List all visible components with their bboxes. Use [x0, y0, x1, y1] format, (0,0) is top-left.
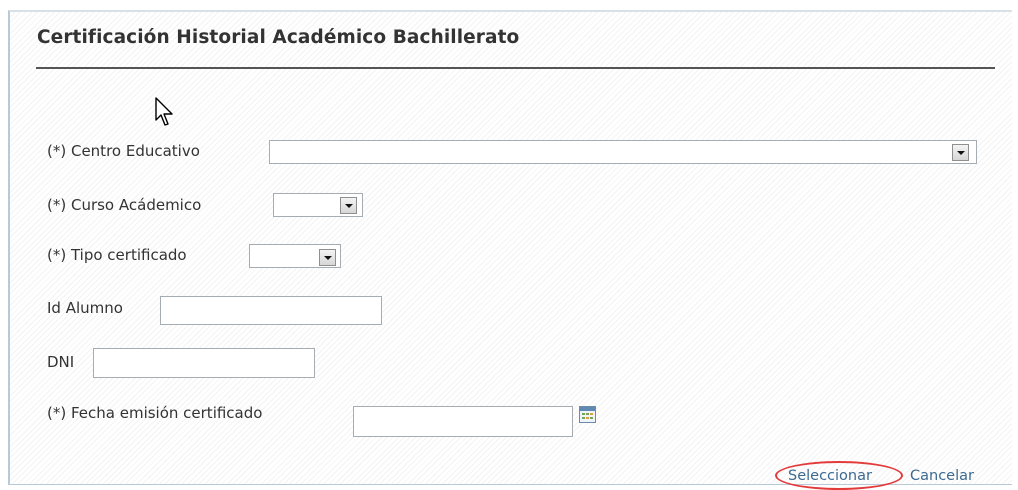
chevron-down-icon[interactable] [952, 144, 969, 161]
form-title: Certificación Historial Académico Bachil… [37, 27, 520, 48]
centro-educativo-label: (*) Centro Educativo [47, 142, 200, 160]
title-divider [36, 67, 995, 69]
id-alumno-label: Id Alumno [47, 299, 123, 317]
cancelar-link[interactable]: Cancelar [910, 468, 974, 484]
chevron-down-icon[interactable] [340, 197, 357, 214]
id-alumno-input[interactable] [160, 296, 382, 325]
fecha-emision-label: (*) Fecha emisión certificado [47, 404, 263, 422]
curso-academico-label: (*) Curso Acádemico [47, 196, 202, 214]
centro-educativo-select[interactable] [269, 140, 977, 164]
seleccionar-link[interactable]: Seleccionar [788, 468, 872, 484]
mouse-pointer-icon [155, 97, 173, 126]
fecha-emision-input[interactable] [353, 406, 573, 437]
dni-label: DNI [47, 353, 75, 371]
tipo-certificado-label: (*) Tipo certificado [47, 246, 187, 264]
dni-input[interactable] [93, 348, 315, 378]
calendar-icon[interactable] [579, 406, 596, 423]
chevron-down-icon[interactable] [319, 249, 336, 266]
